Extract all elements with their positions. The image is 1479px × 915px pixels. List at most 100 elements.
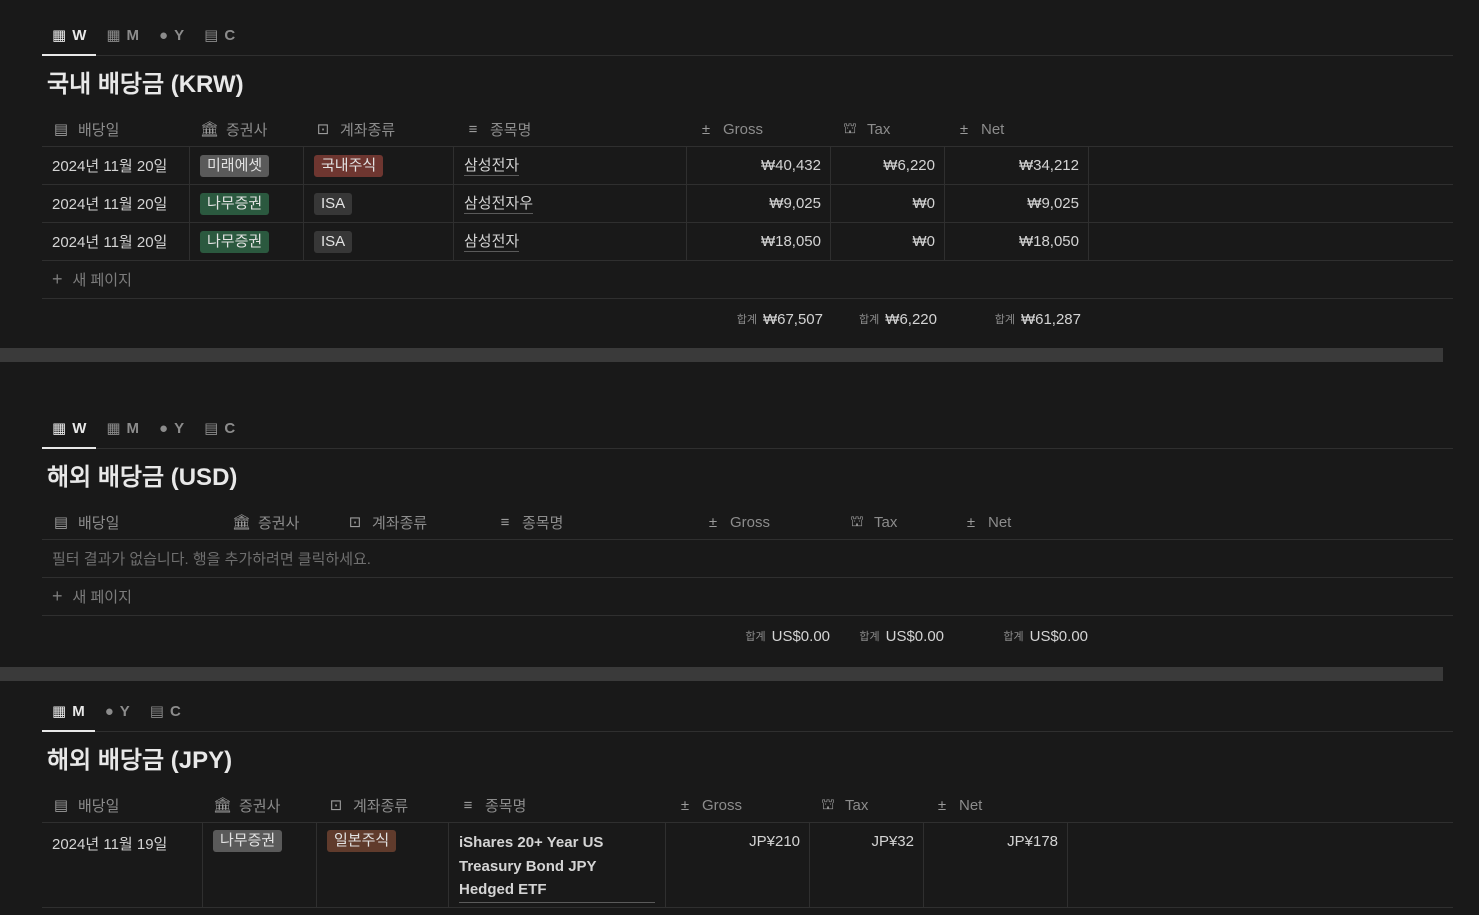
formula-icon: ± — [966, 513, 976, 531]
gross-cell[interactable]: JP¥210 — [666, 823, 810, 907]
table-header: ▤ 배당일 🏛 증권사 ⊡ 계좌종류 ≡ 종목명 ± Gross ⛫ Tax ± Net — [42, 788, 1453, 823]
stamp-icon: ⛫ — [843, 119, 857, 137]
column-header-net[interactable]: ± Net — [962, 505, 1011, 539]
tax-sum[interactable]: 합계 US$0.00 — [838, 616, 944, 656]
tab-calendar[interactable]: ▤ C — [194, 15, 245, 55]
name-cell[interactable]: 삼성전자 — [454, 223, 687, 260]
column-header-tax[interactable]: ⛫ Tax — [819, 788, 868, 822]
database-title[interactable]: 해외 배당금 (JPY) — [42, 732, 1453, 788]
column-header-date[interactable]: ▤ 배당일 — [52, 112, 120, 146]
broker-cell[interactable]: 나무증권 — [190, 185, 304, 222]
name-cell[interactable]: iShares 20+ Year US Treasury Bond JPY He… — [449, 823, 666, 907]
name-cell[interactable]: 삼성전자 — [454, 147, 687, 184]
stamp-icon: ⛫ — [850, 512, 864, 530]
tab-yearly[interactable]: ● Y — [95, 691, 140, 731]
net-sum[interactable]: 합계 US$0.00 — [952, 616, 1088, 656]
stack-icon: ≡ — [500, 513, 510, 531]
tax-cell[interactable]: ₩0 — [831, 185, 945, 222]
plus-icon: + — [52, 586, 63, 606]
empty-state-message[interactable]: 필터 결과가 없습니다. 행을 추가하려면 클릭하세요. — [42, 540, 1453, 578]
net-cell[interactable]: ₩34,212 — [945, 147, 1089, 184]
column-header-date[interactable]: ▤ 배당일 — [52, 788, 120, 822]
gross-cell[interactable]: ₩18,050 — [687, 223, 831, 260]
account-cell[interactable]: 일본주식 — [317, 823, 449, 907]
tab-monthly[interactable]: ▦ M — [96, 408, 149, 448]
stamp-icon: ⛫ — [821, 795, 835, 813]
database-title[interactable]: 해외 배당금 (USD) — [42, 449, 1453, 505]
broker-cell[interactable]: 미래에셋 — [190, 147, 304, 184]
account-cell[interactable]: 국내주식 — [304, 147, 454, 184]
net-sum[interactable]: 합계 ₩61,287 — [945, 299, 1081, 339]
broker-cell[interactable]: 나무증권 — [190, 223, 304, 260]
date-cell[interactable]: 2024년 11월 20일 — [42, 223, 190, 260]
calendar-icon: ▤ — [204, 27, 219, 44]
name-cell[interactable]: 삼성전자우 — [454, 185, 687, 222]
net-cell[interactable]: JP¥178 — [924, 823, 1068, 907]
date-cell[interactable]: 2024년 11월 20일 — [42, 185, 190, 222]
column-header-net[interactable]: ± Net — [955, 112, 1004, 146]
date-cell[interactable]: 2024년 11월 19일 — [42, 823, 203, 907]
view-tabs: ▦ M ● Y ▤ C — [42, 691, 1453, 732]
gross-cell[interactable]: ₩40,432 — [687, 147, 831, 184]
column-header-tax[interactable]: ⛫ Tax — [848, 505, 897, 539]
jpy-dividend-view: ▦ M ● Y ▤ C 해외 배당금 (JPY) ▤ 배당일 🏛 증권사 ⊡ 계좌종류… — [42, 691, 1453, 908]
bank-icon: 🏛 — [213, 797, 233, 814]
broker-cell[interactable]: 나무증권 — [203, 823, 317, 907]
account-cell[interactable]: ISA — [304, 223, 454, 260]
stock-name-link[interactable]: 삼성전자우 — [464, 194, 534, 214]
tax-sum[interactable]: 합계 ₩6,220 — [831, 299, 937, 339]
net-cell[interactable]: ₩18,050 — [945, 223, 1089, 260]
table-row[interactable]: 2024년 11월 20일 나무증권 ISA 삼성전자 ₩18,050 ₩0 ₩… — [42, 223, 1453, 261]
broker-tag: 나무증권 — [200, 192, 270, 215]
new-page-button[interactable]: + 새 페이지 — [42, 261, 1453, 299]
gross-sum[interactable]: 합계 ₩67,507 — [687, 299, 823, 339]
tab-weekly[interactable]: ▦ W — [42, 408, 97, 449]
new-page-button[interactable]: + 새 페이지 — [42, 578, 1453, 616]
stock-name-link[interactable]: 삼성전자 — [464, 156, 520, 176]
broker-tag: 나무증권 — [200, 230, 270, 253]
column-header-account[interactable]: ⊡ 계좌종류 — [327, 788, 409, 822]
column-header-name[interactable]: ≡ 종목명 — [496, 505, 564, 539]
tab-calendar[interactable]: ▤ C — [140, 691, 191, 731]
column-header-tax[interactable]: ⛫ Tax — [841, 112, 890, 146]
tab-calendar[interactable]: ▤ C — [194, 408, 245, 448]
database-title[interactable]: 국내 배당금 (KRW) — [42, 56, 1453, 112]
column-header-account[interactable]: ⊡ 계좌종류 — [346, 505, 428, 539]
column-header-gross[interactable]: ± Gross — [676, 788, 742, 822]
account-tag: ISA — [314, 230, 353, 253]
net-cell[interactable]: ₩9,025 — [945, 185, 1089, 222]
calendar-icon: ▤ — [53, 797, 69, 814]
gross-sum[interactable]: 합계 US$0.00 — [694, 616, 830, 656]
stock-name-link[interactable]: iShares 20+ Year US Treasury Bond JPY He… — [459, 831, 655, 903]
column-header-gross[interactable]: ± Gross — [704, 505, 770, 539]
column-header-net[interactable]: ± Net — [933, 788, 982, 822]
column-header-account[interactable]: ⊡ 계좌종류 — [314, 112, 396, 146]
table-row[interactable]: 2024년 11월 19일 나무증권 일본주식 iShares 20+ Year… — [42, 823, 1453, 908]
tab-monthly[interactable]: ▦ M — [42, 691, 95, 732]
column-header-name[interactable]: ≡ 종목명 — [459, 788, 527, 822]
tab-yearly[interactable]: ● Y — [149, 408, 194, 448]
account-cell[interactable]: ISA — [304, 185, 454, 222]
column-header-name[interactable]: ≡ 종목명 — [464, 112, 532, 146]
tab-weekly[interactable]: ▦ W — [42, 15, 97, 56]
tax-cell[interactable]: ₩0 — [831, 223, 945, 260]
table-row[interactable]: 2024년 11월 20일 나무증권 ISA 삼성전자우 ₩9,025 ₩0 ₩… — [42, 185, 1453, 223]
tab-monthly[interactable]: ▦ M — [96, 15, 149, 55]
stack-icon: ≡ — [468, 120, 478, 138]
plus-icon: + — [52, 269, 63, 289]
column-header-broker[interactable]: 🏛 증권사 — [232, 505, 299, 539]
stock-name-link[interactable]: 삼성전자 — [464, 232, 520, 252]
gross-cell[interactable]: ₩9,025 — [687, 185, 831, 222]
column-header-date[interactable]: ▤ 배당일 — [52, 505, 120, 539]
table-row[interactable]: 2024년 11월 20일 미래에셋 국내주식 삼성전자 ₩40,432 ₩6,… — [42, 147, 1453, 185]
tab-yearly[interactable]: ● Y — [149, 15, 194, 55]
column-header-broker[interactable]: 🏛 증권사 — [200, 112, 267, 146]
date-cell[interactable]: 2024년 11월 20일 — [42, 147, 190, 184]
column-header-gross[interactable]: ± Gross — [697, 112, 763, 146]
view-tabs: ▦ W ▦ M ● Y ▤ C — [42, 15, 1453, 56]
calendar-month-icon: ▦ — [106, 420, 121, 437]
tax-cell[interactable]: JP¥32 — [810, 823, 924, 907]
column-header-broker[interactable]: 🏛 증권사 — [213, 788, 280, 822]
table-header: ▤ 배당일 🏛 증권사 ⊡ 계좌종류 ≡ 종목명 ± Gross ⛫ Tax ± Net — [42, 505, 1453, 540]
tax-cell[interactable]: ₩6,220 — [831, 147, 945, 184]
